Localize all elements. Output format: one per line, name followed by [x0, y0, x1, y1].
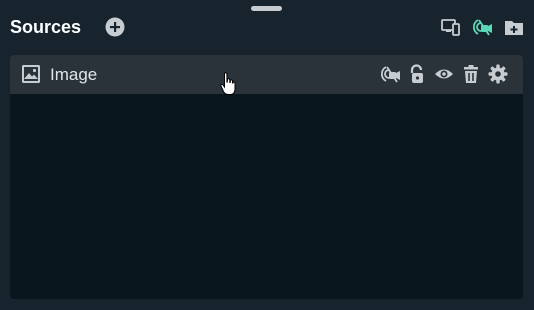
- source-selective-recording-button[interactable]: [380, 64, 400, 84]
- source-lock-button[interactable]: [407, 64, 427, 84]
- add-source-button[interactable]: [104, 16, 126, 38]
- add-circle-icon: [105, 17, 125, 37]
- source-item-label: Image: [50, 65, 98, 84]
- source-settings-button[interactable]: [488, 64, 508, 84]
- panel-title: Sources: [10, 17, 82, 37]
- toggle-dual-output-button[interactable]: [441, 17, 461, 37]
- source-item-image[interactable]: Image: [10, 55, 523, 94]
- trash-icon: [464, 65, 478, 83]
- source-delete-button[interactable]: [461, 64, 481, 84]
- selective-recording-button[interactable]: [472, 17, 492, 37]
- eye-icon: [435, 69, 453, 79]
- selective-recording-icon: [472, 19, 492, 36]
- gear-icon: [488, 64, 508, 84]
- unlock-icon: [410, 64, 423, 83]
- panel-resize-handle[interactable]: [251, 6, 282, 11]
- devices-icon: [441, 19, 460, 36]
- source-visibility-button[interactable]: [434, 64, 454, 84]
- add-folder-icon: [505, 21, 523, 35]
- image-icon: [21, 64, 41, 84]
- sources-panel-header: Sources: [10, 15, 524, 41]
- selective-recording-icon: [380, 66, 400, 83]
- sources-list[interactable]: Image: [10, 55, 523, 299]
- hand-pointer-cursor: [220, 72, 236, 96]
- add-folder-button[interactable]: [504, 17, 524, 37]
